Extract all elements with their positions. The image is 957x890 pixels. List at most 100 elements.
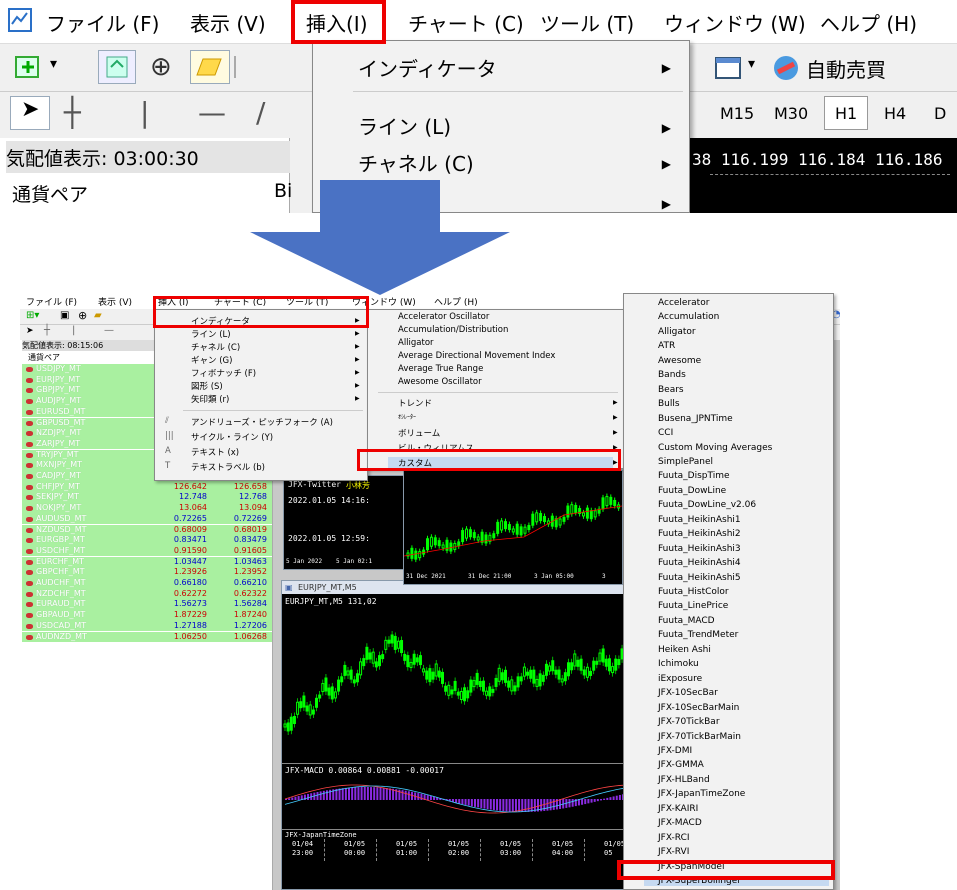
table-row[interactable]: GBPCHF_MT 1.23926 1.23952 [22,567,272,578]
custom-indicator-item[interactable]: JFX-MACD [658,818,702,828]
vertical-line-icon[interactable]: | [140,96,149,129]
vertical-line-icon[interactable]: | [72,325,75,336]
menu-tools[interactable]: ツール (T) [540,8,634,37]
insert-menu-item[interactable]: ギャン (G) [191,354,232,366]
custom-indicator-item[interactable]: JFX-SuperBollinger [644,876,829,886]
custom-indicator-item[interactable]: Accelerator [658,298,709,308]
menu-view[interactable]: 表示 (V) [98,295,132,308]
menu-window[interactable]: ウィンドウ (W) [664,8,806,37]
custom-indicator-item[interactable]: Fuuta_DispTime [658,471,730,481]
indicator-menu-item[interactable]: Accumulation/Distribution [398,325,508,335]
custom-indicator-item[interactable]: Busena_JPNTime [658,414,733,424]
custom-indicator-item[interactable]: JFX-70TickBar [658,717,720,727]
table-row[interactable]: AUDNZD_MT 1.06250 1.06268 [22,631,272,642]
chart-window-2[interactable]: 31 Dec 2021 31 Dec 21:00 3 Jan 05:00 3 [403,470,623,585]
table-row[interactable]: EURAUD_MT 1.56273 1.56284 [22,599,272,610]
table-row[interactable]: NZDCHF_MT 0.62272 0.62322 [22,588,272,600]
custom-indicator-item[interactable]: Custom Moving Averages [658,443,772,453]
symbol-column-header[interactable]: 通貨ペア [28,352,60,363]
insert-menu-item[interactable]: ライン (L) [191,328,231,340]
timeframe-h4[interactable]: H4 [884,104,906,123]
insert-menu-item[interactable]: サイクル・ライン (Y) [191,431,273,443]
timeframe-h1[interactable]: H1 [824,96,868,130]
insert-menu-item[interactable]: インディケータ [191,315,250,327]
timeframe-m15[interactable]: M15 [720,104,754,123]
table-row[interactable]: USDCHF_MT 0.91590 0.91605 [22,545,272,557]
custom-indicator-item[interactable]: Fuuta_HeikinAshi3 [658,544,741,554]
custom-indicator-item[interactable]: iExposure [658,674,702,684]
menu-view[interactable]: 表示 (V) [190,8,266,37]
insert-menu-item[interactable]: 図形 (S) [191,380,223,392]
custom-indicator-item[interactable]: Fuuta_HistColor [658,587,729,597]
chart-window-icon[interactable] [712,54,744,82]
menu-insert[interactable]: 挿入 (I) [158,295,189,308]
cursor-icon[interactable]: ➤ [26,326,34,336]
menu-tools[interactable]: ツール (T) [286,295,328,308]
custom-indicator-item[interactable]: SimplePanel [658,457,713,467]
custom-indicator-item[interactable]: JFX-KAIRI [658,804,698,814]
indicator-menu-item[interactable]: Average Directional Movement Index [398,351,555,361]
menu-help[interactable]: ヘルプ (H) [820,8,917,37]
custom-indicator-item[interactable]: Fuuta_HeikinAshi5 [658,573,741,583]
menu-help[interactable]: ヘルプ (H) [434,295,478,308]
custom-indicator-item[interactable]: Bands [658,370,686,380]
insert-menu-item[interactable]: テキスト (x) [191,446,239,458]
custom-indicator-item[interactable]: Fuuta_HeikinAshi2 [658,529,741,539]
custom-indicator-item[interactable]: Bulls [658,399,680,409]
new-chart-icon[interactable] [14,53,44,81]
custom-indicator-item[interactable]: Accumulation [658,312,719,322]
custom-indicator-item[interactable]: JFX-GMMA [658,760,704,770]
symbol-column-header[interactable]: 通貨ペア [12,180,88,207]
table-row[interactable]: SEKJPY_MT 12.748 12.768 [22,492,272,503]
custom-indicator-item[interactable]: Fuuta_TrendMeter [658,630,738,640]
custom-indicator-item[interactable]: JFX-SpanModel [658,862,724,872]
profiles-icon[interactable]: ▣ [60,310,69,321]
custom-indicator-item[interactable]: CCI [658,428,673,438]
auto-trade-icon[interactable] [770,52,802,84]
custom-indicator-item[interactable]: JFX-RCI [658,833,690,843]
custom-indicator-item[interactable]: ATR [658,341,675,351]
crosshair-tool-icon[interactable]: ┼ [44,325,50,336]
chevron-down-icon[interactable]: ▾ [50,56,57,72]
custom-indicator-item[interactable]: Fuuta_DowLine_v2.06 [658,500,756,510]
navigator-button[interactable] [190,50,230,84]
chart-window-twitter[interactable]: JFX-Twitter 小林芳 2022.01.05 14:16: 2022.0… [283,475,408,570]
timeframe-d[interactable]: D [934,104,946,123]
timeframe-m30[interactable]: M30 [774,104,808,123]
horizontal-line-icon[interactable]: — [198,96,226,129]
crosshair-tool-icon[interactable]: ┼ [64,96,81,129]
custom-indicator-item[interactable]: JFX-HLBand [658,775,710,785]
menu-item-line[interactable]: ライン (L) [358,111,451,140]
custom-indicator-item[interactable]: Fuuta_DowLine [658,486,726,496]
custom-indicator-item[interactable]: Fuuta_HeikinAshi1 [658,515,741,525]
custom-indicator-item[interactable]: Bears [658,385,684,395]
menu-file[interactable]: ファイル (F) [26,295,77,308]
table-row[interactable]: EURGBP_MT 0.83471 0.83479 [22,535,272,546]
indicator-menu-item[interactable]: カスタム [388,457,613,469]
horizontal-line-icon[interactable]: — [104,325,114,336]
menu-item-indicators[interactable]: インディケータ [358,53,497,82]
insert-menu-item[interactable]: フィボナッチ (F) [191,367,256,379]
menu-chart[interactable]: チャート (C) [408,8,524,37]
table-row[interactable]: GBPAUD_MT 1.87229 1.87240 [22,610,272,621]
menu-item-channel[interactable]: チャネル (C) [358,148,474,177]
crosshair-icon[interactable]: ⊕ [78,309,87,322]
indicator-menu-item[interactable]: Accelerator Oscillator [398,312,489,322]
custom-indicator-item[interactable]: JFX-10SecBarMain [658,703,739,713]
chevron-down-icon[interactable]: ▾ [748,56,755,72]
insert-menu-item[interactable]: テキストラベル (b) [191,461,265,473]
table-row[interactable]: NZDUSD_MT 0.68009 0.68019 [22,524,272,535]
table-row[interactable]: AUDCHF_MT 0.66180 0.66210 [22,578,272,589]
table-row[interactable]: EURCHF_MT 1.03447 1.03463 [22,556,272,568]
custom-indicator-item[interactable]: Fuuta_HeikinAshi4 [658,558,741,568]
indicator-menu-item[interactable]: ビル・ウィリアムス [398,442,474,454]
indicator-menu-item[interactable]: Average True Range [398,364,483,374]
indicator-menu-item[interactable]: Alligator [398,338,434,348]
trendline-icon[interactable]: / [256,96,265,129]
new-chart-icon[interactable]: ⊞▾ [26,310,39,321]
table-row[interactable]: AUDUSD_MT 0.72265 0.72269 [22,513,272,525]
cursor-button[interactable]: ➤ [10,96,50,130]
custom-indicator-item[interactable]: JFX-DMI [658,746,692,756]
indicator-menu-item[interactable]: トレンド [398,397,432,409]
indicator-menu-item[interactable]: ｵｼﾚｰﾀｰ [398,412,416,421]
